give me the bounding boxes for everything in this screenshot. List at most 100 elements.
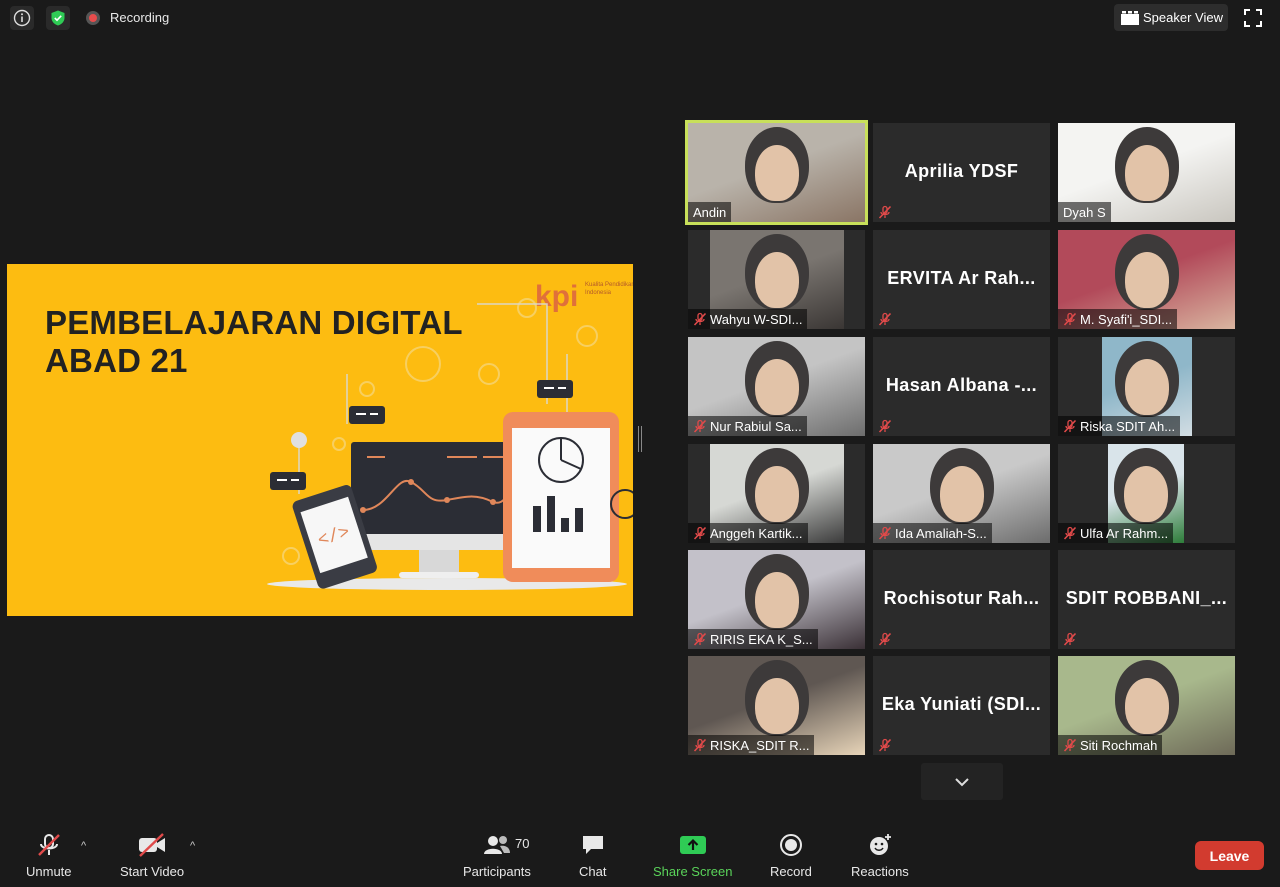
participant-tile[interactable]: Andin xyxy=(685,120,868,225)
participant-tile[interactable]: Siti Rochmah xyxy=(1058,656,1235,755)
speaker-view-icon xyxy=(1121,10,1139,25)
participant-name: RIRIS EKA K_S... xyxy=(710,631,813,647)
participant-name: Riska SDIT Ah... xyxy=(1080,418,1176,434)
participant-display-name: Rochisotur Rah... xyxy=(883,588,1040,608)
participant-name: Nur Rabiul Sa... xyxy=(710,418,802,434)
digital-learning-illustration: </> xyxy=(267,298,633,590)
muted-mic-icon xyxy=(1063,419,1077,433)
participant-tile[interactable]: Anggeh Kartik... xyxy=(688,444,865,543)
meeting-info-icon[interactable] xyxy=(10,6,34,30)
participant-face xyxy=(754,145,799,201)
participant-face xyxy=(1124,252,1169,308)
muted-mic-icon xyxy=(1063,526,1077,540)
participant-name-plate: Ida Amaliah-S... xyxy=(873,523,992,543)
start-video-label: Start Video xyxy=(120,864,185,879)
audio-options-caret[interactable]: ^ xyxy=(81,840,86,852)
participant-tile[interactable]: Hasan Albana -... xyxy=(873,337,1050,436)
participant-tile[interactable]: Riska SDIT Ah... xyxy=(1058,337,1235,436)
chat-label: Chat xyxy=(579,864,607,879)
participant-name-plate: Wahyu W-SDI... xyxy=(688,309,808,329)
muted-mic-icon xyxy=(1063,632,1077,646)
participant-name-plate xyxy=(873,416,897,436)
participant-name-plate: Anggeh Kartik... xyxy=(688,523,808,543)
video-off-icon xyxy=(139,833,166,857)
unmute-button[interactable]: Unmute xyxy=(26,832,72,879)
participants-count: 70 xyxy=(515,836,530,851)
participants-icon xyxy=(483,836,510,854)
participant-tile[interactable]: Nur Rabiul Sa... xyxy=(688,337,865,436)
muted-mic-icon xyxy=(693,632,707,646)
meeting-toolbar: Unmute ^ Start Video ^ Participants 70 C… xyxy=(0,820,1280,887)
record-button[interactable]: Record xyxy=(770,832,812,879)
recording-label: Recording xyxy=(110,10,170,25)
muted-mic-icon xyxy=(693,738,707,752)
recording-icon xyxy=(86,11,100,25)
participant-face xyxy=(1124,145,1169,201)
gallery-next-page-button[interactable] xyxy=(921,763,1003,800)
panel-resize-handle[interactable] xyxy=(638,426,642,452)
participant-name-plate: RISKA_SDIT R... xyxy=(688,735,815,755)
participant-face xyxy=(939,466,984,522)
reactions-button[interactable]: Reactions xyxy=(851,832,909,879)
participant-display-name: Aprilia YDSF xyxy=(904,161,1019,181)
participant-name-plate: Siti Rochmah xyxy=(1058,735,1163,755)
muted-mic-icon xyxy=(37,834,60,856)
participant-tile[interactable]: Eka Yuniati (SDI... xyxy=(873,656,1050,755)
participant-tile[interactable]: M. Syafi'i_SDI... xyxy=(1058,230,1235,329)
participant-face xyxy=(755,466,799,522)
participant-name-plate xyxy=(873,202,897,222)
record-label: Record xyxy=(770,864,812,879)
participant-name-plate xyxy=(873,309,897,329)
participant-tile[interactable]: Ida Amaliah-S... xyxy=(873,444,1050,543)
muted-mic-icon xyxy=(693,526,707,540)
reactions-label: Reactions xyxy=(851,864,909,879)
speaker-view-button[interactable]: Speaker View xyxy=(1114,4,1228,31)
participant-name-plate: Nur Rabiul Sa... xyxy=(688,416,807,436)
muted-mic-icon xyxy=(693,312,707,326)
participant-tile[interactable]: ERVITA Ar Rah... xyxy=(873,230,1050,329)
start-video-button[interactable]: Start Video xyxy=(120,832,184,879)
participant-tile[interactable]: SDIT ROBBANI_... xyxy=(1058,550,1235,649)
participant-name-plate: M. Syafi'i_SDI... xyxy=(1058,309,1178,329)
participant-display-name: Hasan Albana -... xyxy=(885,375,1038,395)
participant-face xyxy=(754,359,799,415)
speaker-view-label: Speaker View xyxy=(1143,10,1223,25)
share-screen-button[interactable]: Share Screen xyxy=(653,832,733,879)
participant-name-plate xyxy=(1058,629,1082,649)
participant-face xyxy=(754,678,799,734)
participant-face xyxy=(755,252,799,308)
leave-button[interactable]: Leave xyxy=(1195,841,1264,870)
security-shield-icon[interactable] xyxy=(46,6,70,30)
participant-tile[interactable]: RISKA_SDIT R... xyxy=(688,656,865,755)
muted-mic-icon xyxy=(878,205,892,219)
record-icon xyxy=(779,834,802,856)
participant-display-name: Eka Yuniati (SDI... xyxy=(881,694,1042,714)
participant-tile[interactable]: RIRIS EKA K_S... xyxy=(688,550,865,649)
participant-name: Siti Rochmah xyxy=(1080,737,1158,753)
fullscreen-icon[interactable] xyxy=(1243,8,1263,28)
video-options-caret[interactable]: ^ xyxy=(190,840,195,852)
participant-tile[interactable]: Wahyu W-SDI... xyxy=(688,230,865,329)
participant-tile[interactable]: Ulfa Ar Rahm... xyxy=(1058,444,1235,543)
share-screen-icon xyxy=(679,836,706,854)
participant-tile[interactable]: Aprilia YDSF xyxy=(873,123,1050,222)
participant-face xyxy=(1124,466,1168,522)
participant-name-plate: Ulfa Ar Rahm... xyxy=(1058,523,1174,543)
participants-label: Participants xyxy=(463,864,531,879)
top-bar: Recording Speaker View xyxy=(0,0,1280,36)
chat-button[interactable]: Chat xyxy=(579,832,606,879)
muted-mic-icon xyxy=(1063,738,1077,752)
chevron-down-icon xyxy=(955,777,969,786)
participant-face xyxy=(1124,678,1169,734)
muted-mic-icon xyxy=(1063,312,1077,326)
muted-mic-icon xyxy=(878,738,892,752)
chat-icon xyxy=(582,836,603,854)
participant-tile[interactable]: Dyah S xyxy=(1058,123,1235,222)
unmute-label: Unmute xyxy=(26,864,72,879)
participant-name: Wahyu W-SDI... xyxy=(710,311,803,327)
muted-mic-icon xyxy=(878,419,892,433)
muted-mic-icon xyxy=(693,419,707,433)
muted-mic-icon xyxy=(878,632,892,646)
participant-tile[interactable]: Rochisotur Rah... xyxy=(873,550,1050,649)
participant-name-plate: Andin xyxy=(688,202,732,222)
